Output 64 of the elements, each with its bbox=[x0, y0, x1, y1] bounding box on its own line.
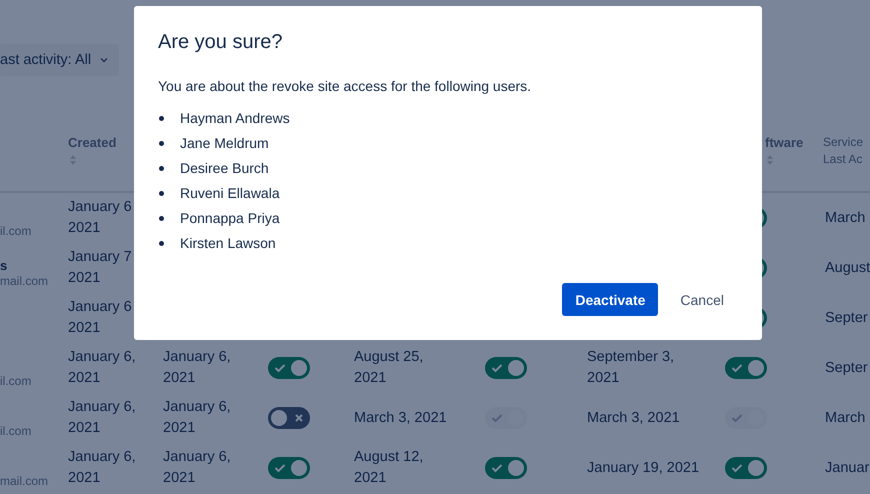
bullet-icon bbox=[159, 166, 164, 170]
chevron-down-icon bbox=[99, 55, 110, 65]
date-text: March bbox=[825, 408, 866, 428]
check-icon bbox=[491, 413, 503, 423]
date-text: January 19, 2021 bbox=[587, 458, 700, 478]
user-name: Jane Meldrum bbox=[180, 135, 269, 151]
bullet-icon bbox=[159, 116, 164, 120]
date-text: August 12, 2021 bbox=[354, 448, 424, 488]
check-icon bbox=[731, 463, 743, 473]
check-icon bbox=[731, 413, 743, 423]
date-text: August 25, 2021 bbox=[354, 348, 424, 388]
date-text: September 3, 2021 bbox=[587, 348, 676, 388]
date-text: August bbox=[825, 258, 870, 278]
filter-button[interactable]: ast activity: All bbox=[0, 44, 120, 76]
user-email: mail.com bbox=[0, 473, 48, 489]
check-icon bbox=[274, 363, 286, 373]
bullet-icon bbox=[159, 240, 164, 246]
toggle-switch[interactable] bbox=[268, 457, 310, 479]
user-name: Hayman Andrews bbox=[180, 110, 290, 126]
date-text: January 6 2021 bbox=[68, 198, 133, 238]
check-icon bbox=[731, 363, 743, 373]
user-name: Kirsten Lawson bbox=[180, 235, 276, 251]
date-text: January 6, 2021 bbox=[68, 348, 137, 388]
user-email: il.com bbox=[0, 373, 32, 389]
date-text: January 6 2021 bbox=[68, 298, 133, 338]
dialog-title: Are you sure? bbox=[158, 30, 284, 54]
date-text: Septer bbox=[825, 358, 868, 378]
cross-icon bbox=[294, 413, 304, 423]
toggle-switch[interactable] bbox=[485, 357, 527, 379]
date-text: January 6, 2021 bbox=[163, 398, 232, 438]
user-name: s bbox=[0, 258, 8, 273]
check-icon bbox=[274, 463, 286, 473]
date-text: January 7 2021 bbox=[68, 248, 133, 288]
date-text: January 6, 2021 bbox=[68, 448, 137, 488]
user-name: Ponnappa Priya bbox=[180, 210, 280, 226]
toggle-switch[interactable] bbox=[268, 357, 310, 379]
bullet-icon bbox=[159, 190, 164, 196]
deactivate-button[interactable]: Deactivate bbox=[562, 283, 658, 316]
user-name: Ruveni Ellawala bbox=[180, 185, 280, 201]
date-text: March 3, 2021 bbox=[587, 408, 680, 428]
date-text: March 3, 2021 bbox=[354, 408, 447, 428]
date-text: Septer bbox=[825, 308, 868, 328]
column-header: Created bbox=[68, 134, 118, 151]
dialog-message: You are about the revoke site access for the following users. bbox=[158, 77, 532, 96]
date-text: January 6, 2021 bbox=[163, 448, 232, 488]
cancel-button[interactable]: Cancel bbox=[666, 283, 738, 316]
date-text: March bbox=[825, 208, 866, 228]
user-email: mail.com bbox=[0, 273, 48, 289]
date-text: January 6, 2021 bbox=[68, 398, 137, 438]
user-name: Desiree Burch bbox=[180, 160, 269, 176]
check-icon bbox=[491, 363, 503, 373]
date-text: January 6, 2021 bbox=[163, 348, 232, 388]
date-text: Januar bbox=[825, 458, 870, 478]
user-email: il.com bbox=[0, 223, 32, 239]
toggle-switch[interactable] bbox=[725, 357, 767, 379]
column-header: Service Last Ac bbox=[823, 134, 864, 168]
bullet-icon bbox=[159, 140, 164, 146]
user-email: il.com bbox=[0, 423, 32, 439]
toggle-switch[interactable] bbox=[725, 457, 767, 479]
toggle-switch[interactable] bbox=[485, 457, 527, 479]
bullet-icon bbox=[159, 216, 164, 220]
toggle-switch[interactable] bbox=[268, 407, 310, 429]
check-icon bbox=[491, 463, 503, 473]
column-header: ftware bbox=[765, 134, 804, 151]
